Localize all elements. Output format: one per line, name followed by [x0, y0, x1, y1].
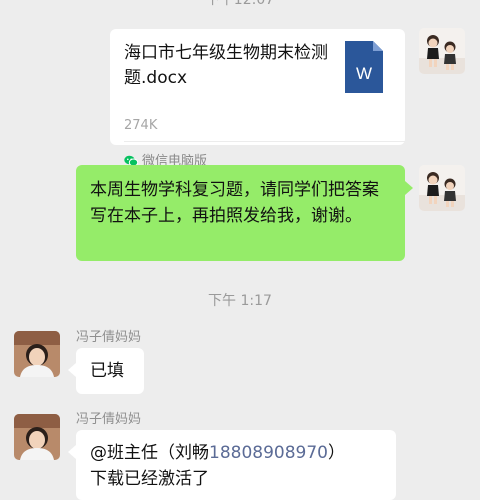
mention-close: ）	[327, 443, 345, 463]
sender-name: 冯子倩妈妈	[76, 412, 142, 427]
sender-avatar[interactable]	[14, 414, 60, 460]
svg-text:W: W	[356, 64, 372, 83]
bubble-tail	[68, 363, 76, 377]
message-line-2: 下载已经激活了	[90, 469, 209, 489]
received-message-bubble[interactable]: 已填	[68, 348, 144, 394]
phone-number-link[interactable]: 18808908970	[209, 443, 328, 463]
file-name: 海口市七年级生物期末检测题.docx	[124, 43, 328, 88]
sent-message-text: 本周生物学科复习题，请同学们把答案写在本子上，再拍照发给我，谢谢。	[90, 180, 379, 226]
bubble-tail	[405, 181, 413, 195]
received-message-bubble[interactable]: @班主任（刘畅18808908970） 下载已经激活了	[68, 430, 396, 500]
card-divider	[124, 141, 405, 142]
top-timestamp: 下午12:07	[205, 0, 275, 8]
file-message-card[interactable]: 海口市七年级生物期末检测题.docx W 274K 微信电脑版	[110, 29, 405, 169]
sender-name: 冯子倩妈妈	[76, 330, 142, 345]
mention-text: @班主任（刘畅	[90, 443, 209, 463]
sender-avatar[interactable]	[14, 331, 60, 377]
message-timestamp: 下午 1:17	[208, 293, 272, 309]
word-document-icon: W	[345, 41, 383, 93]
received-message-text: 已填	[90, 361, 124, 381]
sent-message-bubble[interactable]: 本周生物学科复习题，请同学们把答案写在本子上，再拍照发给我，谢谢。	[76, 165, 413, 261]
my-avatar[interactable]	[419, 28, 465, 74]
file-size: 274K	[124, 118, 158, 133]
received-message-text: @班主任（刘畅18808908970） 下载已经激活了	[90, 440, 345, 492]
bubble-tail	[68, 445, 76, 459]
my-avatar[interactable]	[419, 165, 465, 211]
